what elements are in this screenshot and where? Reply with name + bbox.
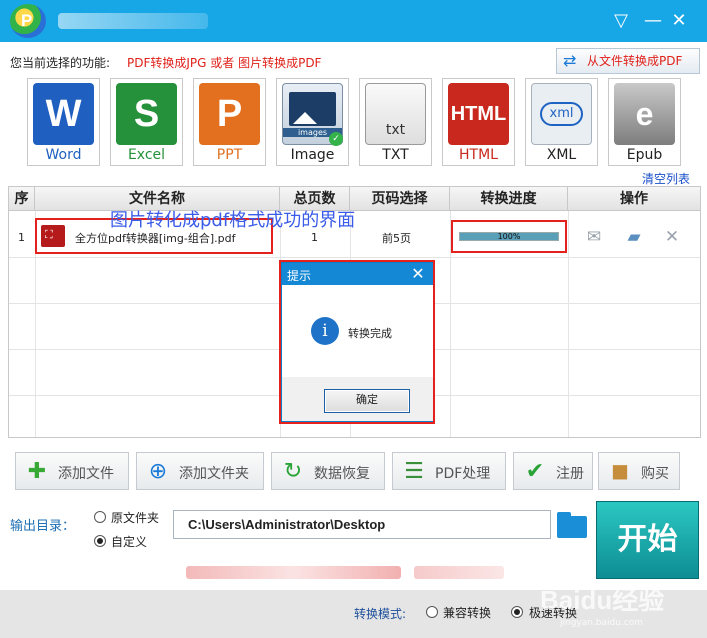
format-html-button[interactable]: HTML HTML [442, 78, 515, 166]
add-folder-icon: ⊕ [148, 459, 168, 484]
format-label: HTML [459, 147, 498, 163]
function-label: 您当前选择的功能: [10, 56, 111, 70]
image-icon: images ✓ [282, 83, 343, 146]
format-txt-button[interactable]: txt TXT [359, 78, 432, 166]
close-icon[interactable]: ✕ [666, 8, 692, 34]
format-ppt-button[interactable]: P PPT [193, 78, 266, 166]
column-header-index: 序 [9, 187, 35, 211]
radio-compat-mode[interactable] [426, 606, 438, 618]
format-label: Word [45, 147, 82, 163]
row-index: 1 [18, 231, 25, 244]
add-file-icon: ✚ [27, 459, 47, 484]
row-pages: 1 [311, 231, 318, 244]
format-label: Excel [127, 147, 166, 163]
radio-original-label: 原文件夹 [111, 511, 160, 525]
clear-list-link[interactable]: 清空列表 [642, 170, 690, 187]
start-button[interactable]: 开始 [596, 501, 699, 579]
pdf-process-icon: ☰ [404, 459, 424, 484]
row-range[interactable]: 前5页 [382, 230, 411, 246]
pdf-process-button[interactable]: ☰ PDF处理 [392, 452, 506, 490]
minimize-icon[interactable]: — [640, 8, 666, 34]
function-value: PDF转换成JPG 或者 图片转换成PDF [127, 56, 322, 70]
data-recovery-button[interactable]: ↻ 数据恢复 [271, 452, 385, 490]
annotation-text: 图片转化成pdf格式成功的界面 [110, 210, 356, 231]
format-label: XML [546, 147, 577, 163]
blurred-text [414, 566, 504, 579]
txt-icon: txt [365, 83, 426, 145]
radio-custom[interactable] [94, 535, 106, 547]
annotation-box-dialog [279, 260, 435, 424]
buy-button[interactable]: ◼ 购买 [598, 452, 680, 490]
column-header-progress: 转换进度 [450, 187, 568, 211]
format-word-button[interactable]: W Word [27, 78, 100, 166]
format-image-button[interactable]: images ✓ Image [276, 78, 349, 166]
radio-compat-label: 兼容转换 [443, 606, 492, 620]
output-path-input[interactable]: C:\Users\Administrator\Desktop [173, 510, 551, 539]
register-button[interactable]: ✔ 注册 [513, 452, 593, 490]
radio-original-folder[interactable] [94, 511, 106, 523]
bag-icon: ◼ [610, 459, 630, 484]
excel-icon: S [116, 83, 177, 145]
format-label: PPT [216, 147, 243, 163]
menu-dropdown-icon[interactable]: ▽ [608, 8, 634, 34]
format-label: TXT [382, 147, 409, 163]
format-excel-button[interactable]: S Excel [110, 78, 183, 166]
window-title-blurred [58, 13, 208, 29]
radio-custom-label: 自定义 [111, 535, 148, 549]
column-header-range: 页码选择 [350, 187, 450, 211]
check-icon: ✔ [525, 459, 545, 484]
html-icon: HTML [448, 83, 509, 145]
format-epub-button[interactable]: e Epub [608, 78, 681, 166]
column-header-actions: 操作 [620, 191, 648, 207]
blurred-text [186, 566, 401, 579]
from-file-to-pdf-button[interactable]: ⇄ 从文件转换成PDF [556, 48, 700, 74]
format-label: Epub [626, 147, 663, 163]
email-icon[interactable]: ✉ [583, 227, 605, 247]
ppt-icon: P [199, 83, 260, 145]
open-folder-icon[interactable]: ▰ [623, 227, 645, 247]
recover-icon: ↻ [283, 459, 303, 484]
mode-label: 转换模式: [354, 607, 407, 621]
output-dir-label: 输出目录： [10, 519, 76, 534]
app-logo-icon: P [10, 4, 46, 38]
radio-fast-mode[interactable] [511, 606, 523, 618]
add-file-button[interactable]: ✚ 添加文件 [15, 452, 129, 490]
watermark-sub: jingyan.baidu.com [560, 618, 644, 628]
browse-folder-icon[interactable] [557, 512, 587, 538]
watermark: Baidu经验 [540, 585, 665, 615]
epub-icon: e [614, 83, 675, 145]
format-label: Image [290, 147, 335, 163]
add-folder-button[interactable]: ⊕ 添加文件夹 [136, 452, 264, 490]
check-badge-icon: ✓ [329, 132, 343, 146]
xml-icon: xml [531, 83, 592, 145]
delete-icon[interactable]: ✕ [661, 227, 683, 247]
swap-arrows-icon: ⇄ [563, 51, 577, 70]
format-xml-button[interactable]: xml XML [525, 78, 598, 166]
word-icon: W [33, 83, 94, 145]
from-file-to-pdf-label: 从文件转换成PDF [587, 54, 683, 68]
annotation-box-progress [451, 220, 567, 253]
